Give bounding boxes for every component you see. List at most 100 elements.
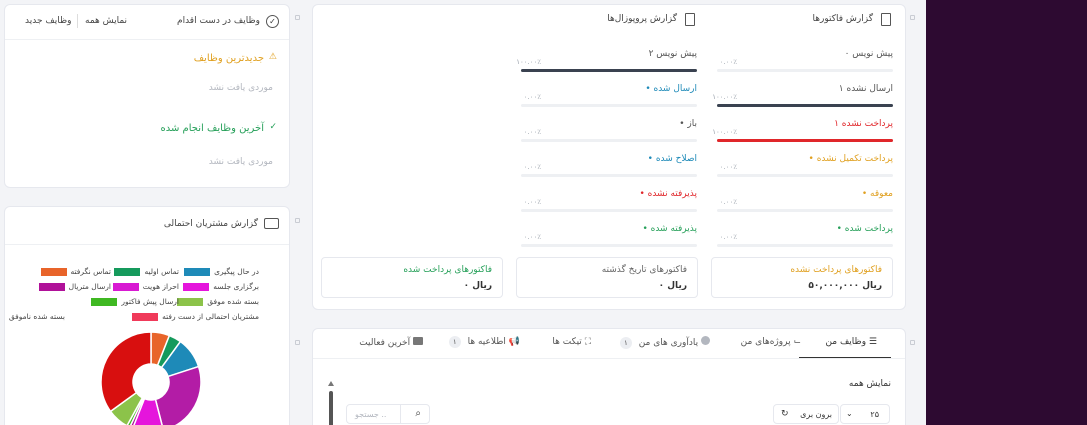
legend-swatch	[183, 283, 210, 291]
contact-card-icon	[264, 218, 279, 229]
tab-announcements[interactable]: 📢 اطلاعیه ها ۱	[448, 336, 520, 348]
proposal-status-progress-bar	[521, 104, 697, 107]
proposal-status-percent: ۰.۰۰٪	[523, 233, 541, 241]
proposal-status-percent: ۰.۰۰٪	[523, 93, 541, 101]
invoice-status-progress-bar	[717, 244, 893, 247]
invoice-status-progress-bar	[717, 209, 893, 212]
calendar-icon	[413, 337, 423, 345]
proposal-status-label: • ارسال شده	[645, 84, 697, 94]
search-input[interactable]: جستجو .. ⌕	[346, 404, 430, 424]
tabs-card: ☰ وظایف من ⌙ پروژه‌های من یادآوری های من…	[312, 328, 906, 425]
drag-handle[interactable]	[295, 218, 300, 223]
legend-label: در حال پیگیری	[214, 267, 259, 276]
new-task-link[interactable]: وظایف جدید	[25, 16, 71, 26]
proposal-status-percent: ۱۰۰.۰۰٪	[516, 58, 541, 66]
drag-handle[interactable]	[295, 15, 300, 20]
invoices-report-title: گزارش فاکتورها	[812, 14, 873, 24]
proposal-status-percent: ۰.۰۰٪	[523, 128, 541, 136]
tab-tickets[interactable]: ⛶ تیکت ها	[552, 337, 591, 347]
check-circle-icon: ✓	[266, 15, 279, 28]
reports-card: گزارش فاکتورها گزارش پروپوزال‌ها ۰ پیش ن…	[312, 4, 906, 310]
proposal-status-progress-bar	[521, 69, 697, 72]
search-divider	[400, 405, 401, 423]
done-tasks-heading: آخرین وظایف انجام شده	[160, 123, 264, 134]
summary-box: فاکتورهای پرداخت نشده ۵۰,۰۰۰,۰۰۰ ریال	[711, 257, 893, 298]
export-button[interactable]: برون بری ↻	[773, 404, 839, 424]
newest-tasks-heading: جدیدترین وظایف	[193, 53, 264, 64]
legend-label: برگزاری جلسه	[213, 282, 259, 291]
tab-my-reminders[interactable]: یادآوری های من ۱	[619, 336, 710, 349]
announcements-count-badge: ۱	[448, 336, 461, 348]
proposal-status-percent: ۰.۰۰٪	[523, 198, 541, 206]
proposal-status-percent: ۰.۰۰٪	[523, 163, 541, 171]
leads-pie-chart	[100, 331, 202, 425]
divider	[5, 39, 289, 40]
proposal-status-progress-bar	[521, 244, 697, 247]
leads-card: گزارش مشتریان احتمالی در حال پیگیری تماس …	[4, 206, 290, 425]
proposal-status-label: • اصلاح شده	[647, 154, 697, 164]
newest-tasks-empty: موردی یافت نشد	[208, 83, 273, 93]
page-size-value: ۲۵	[870, 410, 879, 419]
drag-handle[interactable]	[295, 340, 300, 345]
invoice-status-percent: ۰.۰۰٪	[719, 163, 737, 171]
invoice-status-percent: ۰.۰۰٪	[719, 58, 737, 66]
legend-swatch	[38, 283, 65, 291]
document-icon	[685, 13, 695, 26]
summary-label: فاکتورهای پرداخت نشده	[790, 265, 882, 275]
tab-last-activity[interactable]: آخرین فعالیت	[359, 337, 423, 348]
megaphone-icon: 📢	[508, 337, 520, 347]
tab-my-tasks[interactable]: ☰ وظایف من	[825, 337, 877, 347]
leads-title: گزارش مشتریان احتمالی	[163, 219, 258, 229]
proposal-status-label: • باز	[679, 119, 697, 129]
drag-handle[interactable]	[910, 340, 915, 345]
tab-last-activity-label: آخرین فعالیت	[359, 338, 411, 348]
search-placeholder: جستجو ..	[355, 410, 387, 419]
page-size-select[interactable]: ۲۵ ⌄	[840, 404, 890, 424]
legend-swatch	[91, 298, 118, 306]
tab-announcements-label: اطلاعیه ها	[467, 337, 506, 347]
proposal-status-label: • پذیرفته نشده	[639, 189, 697, 199]
legend-swatch	[112, 283, 139, 291]
link-divider	[77, 14, 78, 28]
tasks-title: وظایف در دست اقدام	[177, 16, 260, 26]
invoice-status-label: ۱ ارسال نشده	[838, 84, 893, 94]
summary-label: فاکتورهای تاریخ گذشته	[601, 265, 687, 275]
tab-my-projects[interactable]: ⌙ پروژه‌های من	[741, 337, 801, 347]
legend-label: ارسال متریال	[68, 282, 111, 291]
tab-my-reminders-label: یادآوری های من	[638, 338, 699, 348]
chart-icon: ⌙	[793, 337, 801, 347]
search-icon[interactable]: ⌕	[415, 408, 421, 419]
legend-swatch	[132, 313, 159, 321]
legend-swatch	[40, 268, 67, 276]
checkmark-icon: ✓	[269, 122, 277, 132]
refresh-icon[interactable]: ↻	[781, 409, 789, 419]
invoice-status-percent: ۱۰۰.۰۰٪	[712, 128, 737, 136]
invoice-status-label: • معوقه	[861, 189, 893, 199]
invoice-status-progress-bar	[717, 174, 893, 177]
legend-swatch	[177, 298, 204, 306]
proposal-status-progress-bar	[521, 139, 697, 142]
divider	[5, 244, 289, 245]
table-show-all-link[interactable]: نمایش همه	[849, 379, 891, 389]
pie-slice[interactable]	[154, 365, 202, 425]
dark-side-panel	[926, 0, 1087, 425]
proposal-status-progress-bar	[521, 174, 697, 177]
reminders-count-badge: ۱	[619, 337, 632, 349]
invoice-status-label: ۱ پرداخت نشده	[834, 119, 893, 129]
invoice-status-progress-bar	[717, 104, 893, 107]
invoice-status-label: ۰ پیش نویس	[844, 49, 893, 59]
export-label: برون بری	[800, 410, 832, 419]
invoice-status-progress-bar	[717, 69, 893, 72]
invoice-status-label: • پرداخت تکمیل نشده	[808, 154, 893, 164]
done-tasks-empty: موردی یافت نشد	[208, 157, 273, 167]
summary-value: ۰ ریال	[658, 281, 687, 291]
summary-box: فاکتورهای تاریخ گذشته ۰ ریال	[516, 257, 698, 298]
legend-label: تماس اولیه	[144, 267, 179, 276]
tasks-show-all-link[interactable]: نمایش همه	[85, 16, 127, 26]
tasks-card: ✓ وظایف در دست اقدام نمایش همه وظایف جدی…	[4, 4, 290, 188]
scrollbar-thumb[interactable]	[329, 391, 333, 425]
scroll-arrow-up-icon[interactable]	[328, 381, 334, 386]
tab-tickets-label: تیکت ها	[552, 337, 582, 347]
invoice-status-percent: ۱۰۰.۰۰٪	[712, 93, 737, 101]
drag-handle[interactable]	[910, 15, 915, 20]
